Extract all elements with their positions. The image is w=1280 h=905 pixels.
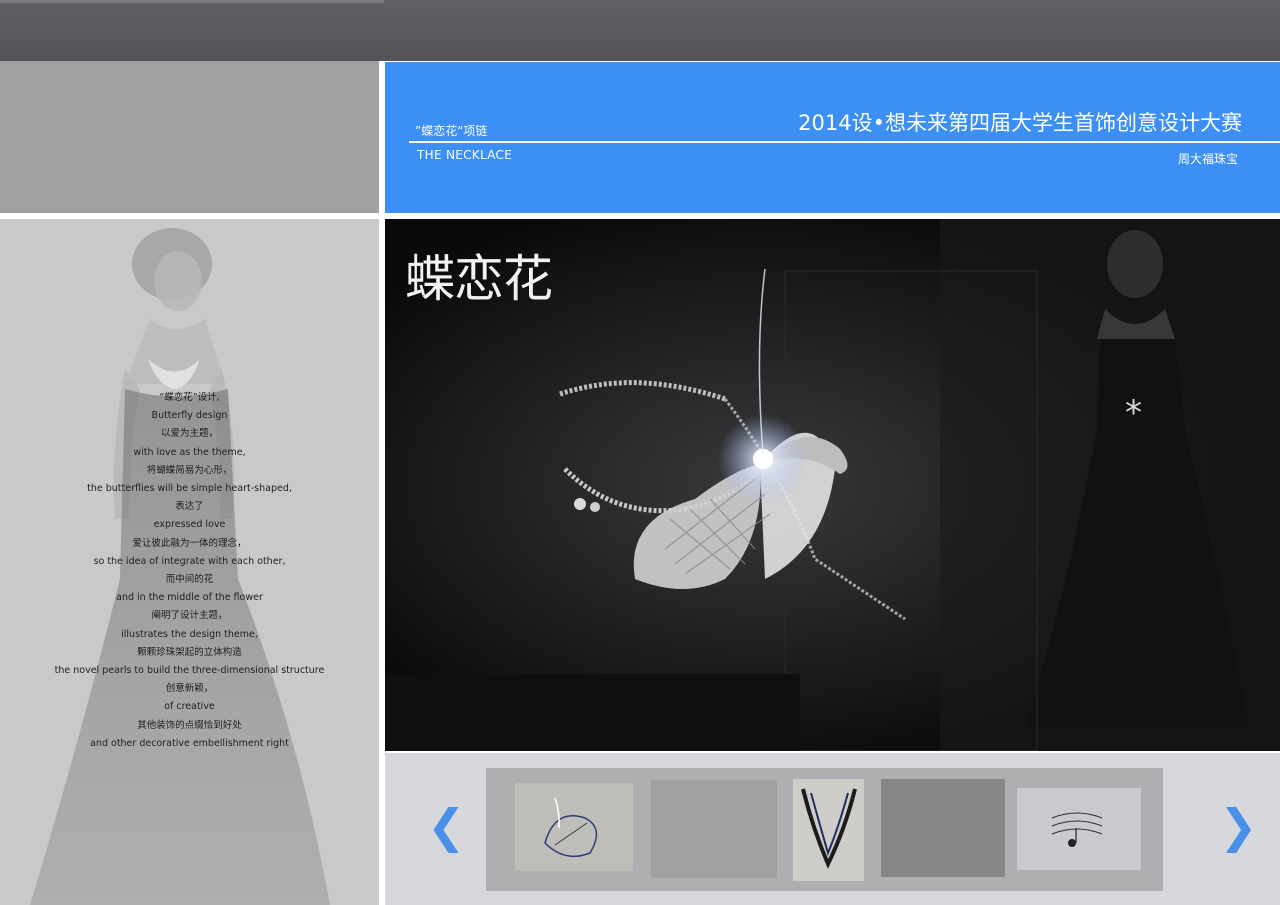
thumbnail-1[interactable] [515, 783, 633, 871]
story-panel: “蝶恋花”设计, Butterfly design 以爱为主题， with love … [0, 219, 379, 905]
brand-name: 周大福珠宝 [1177, 152, 1238, 166]
story-line: 其他装饰的点缀恰到好处 [137, 719, 242, 731]
story-line: 爱让彼此融为一体的理念， [132, 537, 247, 549]
top-bar [0, 0, 1280, 61]
butterfly-sketch-icon [544, 797, 598, 858]
story-line: 以爱为主题， [160, 428, 218, 440]
thumbnail-carousel: ❮ ❯ [385, 753, 1280, 905]
thumbnail-3[interactable] [793, 779, 864, 881]
top-bar-accent [0, 0, 384, 3]
story-line: so the idea of integrate with each other… [93, 555, 286, 567]
header-divider [409, 141, 1280, 143]
story-line: Butterfly design [151, 410, 228, 422]
story-line: with love as the theme, [133, 446, 246, 458]
story-line: the butterflies will be simple heart-sha… [87, 483, 292, 495]
story-line: 表达了 [175, 501, 204, 513]
thumbnail-4[interactable] [881, 779, 1005, 877]
header-banner: ”蝶恋花“项链 THE NECKLACE 2014设•想未来第四届大学生首饰创意… [385, 62, 1280, 213]
story-line: expressed love [153, 519, 226, 531]
story-line: of creative [164, 701, 215, 713]
story-line: 将蝴蝶简易为心形， [146, 464, 233, 476]
story-line: illustrates the design theme, [121, 628, 258, 640]
thumbnail-2[interactable] [651, 780, 777, 878]
left-gray-block [0, 61, 379, 213]
chevron-right-icon[interactable]: ❯ [1219, 801, 1258, 851]
story-line: the novel pearls to build the three-dime… [54, 665, 325, 677]
story-line: 创意新颖， [165, 683, 214, 695]
v-necklace-sketch-icon [801, 788, 857, 869]
logo-wordmark: 蝶恋花 [405, 250, 553, 308]
necklace-hero-image: * 蝶恋花 [385, 219, 1280, 751]
chevron-left-icon[interactable]: ❮ [427, 801, 466, 851]
story-line: “蝶恋花”设计, [159, 392, 220, 403]
design-description: “蝶恋花”设计, Butterfly design 以爱为主题， with love … [0, 389, 379, 753]
story-line: 阐明了设计主题， [151, 610, 228, 622]
necklace-name: ”蝶恋花“项链 [415, 124, 488, 138]
story-line: and other decorative embellishment right [90, 737, 289, 749]
story-line: 而中间的花 [165, 574, 214, 586]
story-line: 颗颗珍珠架起的立体构造 [137, 646, 242, 658]
music-necklace-sketch-icon [1051, 812, 1103, 847]
story-line: and in the middle of the flower [116, 592, 263, 604]
carousel-track [486, 768, 1163, 891]
competition-title: 2014设•想未来第四届大学生首饰创意设计大赛 [798, 111, 1242, 135]
thumbnail-5[interactable] [1017, 788, 1141, 870]
svg-text:*: * [1125, 393, 1142, 433]
necklace-label: THE NECKLACE [417, 148, 513, 162]
